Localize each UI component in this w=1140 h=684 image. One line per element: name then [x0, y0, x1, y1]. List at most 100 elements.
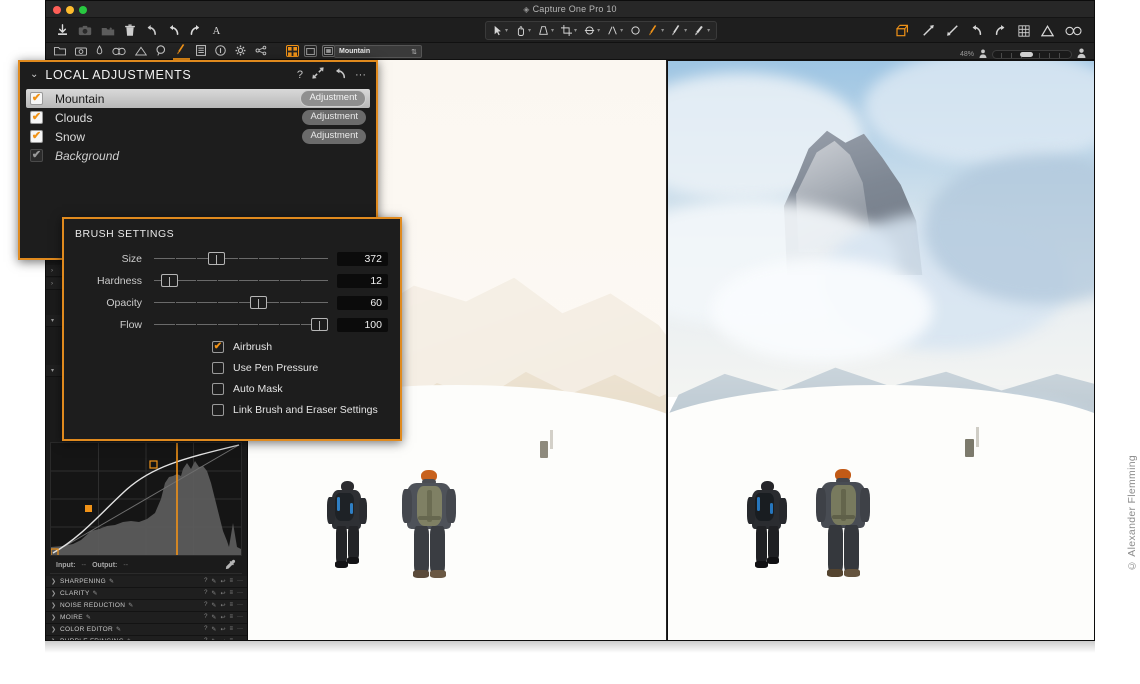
curve-graph[interactable] — [50, 442, 242, 556]
copy-apply-icon[interactable] — [896, 24, 911, 37]
auto-mask-checkbox[interactable] — [212, 383, 224, 395]
layer-row-background[interactable]: ✔ Background — [26, 146, 370, 165]
trash-icon[interactable] — [124, 24, 136, 37]
tool-row-noise-reduction[interactable]: ❯ NOISE REDUCTION ✎ ? ✎ ↩ ≡ ··· — [46, 600, 248, 612]
sidebar-item-library[interactable] — [54, 43, 66, 60]
new-album-icon[interactable] — [101, 25, 115, 37]
zoom-slider[interactable] — [992, 50, 1072, 59]
presets-icon[interactable]: ≡ — [229, 578, 233, 585]
reset-icon[interactable] — [333, 67, 346, 82]
exposure-warning-icon[interactable] — [1041, 25, 1054, 37]
pan-tool-icon[interactable]: ▾ — [511, 25, 534, 36]
presets-icon[interactable]: ≡ — [229, 590, 233, 597]
layer-visibility-checkbox[interactable]: ✔ — [30, 111, 43, 124]
reset-icon[interactable]: ↩ — [220, 590, 225, 597]
sidebar-item-composition[interactable] — [196, 43, 206, 60]
more-options-icon[interactable]: ··· — [237, 578, 243, 585]
checkbox-row-link-brush-eraser[interactable]: Link Brush and Eraser Settings — [64, 399, 400, 420]
layer-row-mountain[interactable]: ✔ Mountain Adjustment — [26, 89, 370, 108]
gradient-mask-icon[interactable]: ▾ — [690, 25, 713, 37]
tool-row-color-editor[interactable]: ❯ COLOR EDITOR ✎ ? ✎ ↩ ≡ ··· — [46, 624, 248, 636]
edit-icon[interactable]: ✎ — [211, 614, 216, 621]
flow-slider[interactable] — [154, 316, 328, 334]
eyedropper-icon[interactable] — [225, 559, 236, 572]
layer-row-clouds[interactable]: ✔ Clouds Adjustment — [26, 108, 370, 127]
apply-arrow-icon[interactable] — [946, 24, 959, 37]
size-slider-knob[interactable] — [208, 252, 225, 265]
spot-removal-icon[interactable] — [626, 25, 644, 36]
text-tool-icon[interactable]: A — [211, 24, 224, 37]
opacity-slider-knob[interactable] — [250, 296, 267, 309]
help-icon[interactable]: ? — [297, 69, 303, 81]
tool-row-clarity[interactable]: ❯ CLARITY ✎ ? ✎ ↩ ≡ ··· — [46, 588, 248, 600]
sidebar-item-capture[interactable] — [75, 43, 87, 60]
grid-overlay-icon[interactable] — [1018, 25, 1030, 37]
sidebar-item-lens[interactable] — [96, 43, 103, 60]
edit-icon[interactable]: ✎ — [211, 590, 216, 597]
layer-row-snow[interactable]: ✔ Snow Adjustment — [26, 127, 370, 146]
airbrush-checkbox[interactable]: ✔ — [212, 341, 224, 353]
help-icon[interactable]: ? — [204, 626, 207, 633]
sidebar-item-color[interactable] — [112, 43, 126, 60]
single-view-button[interactable] — [304, 45, 317, 57]
opacity-slider[interactable] — [154, 294, 328, 312]
grid-view-button[interactable] — [286, 45, 299, 57]
size-value-field[interactable]: 372 — [337, 252, 388, 266]
sidebar-item-details[interactable] — [156, 43, 167, 60]
after-image[interactable] — [667, 60, 1095, 641]
crop-tool-icon[interactable]: ▾ — [557, 25, 580, 36]
checkbox-row-auto-mask[interactable]: Auto Mask — [64, 378, 400, 399]
help-icon[interactable]: ? — [204, 578, 207, 585]
undo-icon[interactable] — [167, 24, 180, 37]
flow-value-field[interactable]: 100 — [337, 318, 388, 332]
pointer-tool-icon[interactable]: ▾ — [489, 25, 511, 36]
reset-icon[interactable]: ↩ — [220, 614, 225, 621]
sidebar-item-exposure[interactable] — [135, 43, 147, 60]
layer-badge[interactable]: Adjustment — [302, 110, 366, 125]
more-options-icon[interactable]: ··· — [237, 614, 243, 621]
keystone-tool-icon[interactable]: ▾ — [534, 25, 557, 36]
checkbox-row-use-pen-pressure[interactable]: Use Pen Pressure — [64, 357, 400, 378]
focus-mask-icon[interactable] — [1065, 26, 1082, 36]
expand-icon[interactable] — [312, 67, 324, 82]
rotate-left-icon[interactable] — [145, 24, 158, 37]
presets-icon[interactable]: ≡ — [229, 614, 233, 621]
sidebar-item-output[interactable] — [255, 43, 267, 60]
more-options-icon[interactable]: ··· — [237, 602, 243, 609]
flow-slider-knob[interactable] — [311, 318, 328, 331]
reset-icon[interactable]: ↩ — [220, 578, 225, 585]
checkbox-row-airbrush[interactable]: ✔ Airbrush — [64, 336, 400, 357]
presets-icon[interactable]: ≡ — [229, 626, 233, 633]
edit-icon[interactable]: ✎ — [211, 578, 216, 585]
sidebar-item-adjustments[interactable] — [235, 43, 246, 60]
reset-cw-icon[interactable] — [994, 24, 1007, 37]
more-options-icon[interactable]: ··· — [237, 590, 243, 597]
camera-icon[interactable] — [78, 24, 92, 37]
presets-icon[interactable]: ≡ — [229, 602, 233, 609]
size-slider[interactable] — [154, 250, 328, 268]
edit-icon[interactable]: ✎ — [211, 626, 216, 633]
reset-icon[interactable]: ↩ — [220, 626, 225, 633]
more-options-icon[interactable]: ··· — [355, 69, 366, 81]
help-icon[interactable]: ? — [204, 602, 207, 609]
zoom-slider-knob[interactable] — [1020, 52, 1033, 57]
hardness-slider-knob[interactable] — [161, 274, 178, 287]
layer-badge[interactable]: Adjustment — [300, 90, 366, 107]
sidebar-item-local-adjustments[interactable] — [176, 43, 187, 60]
draw-mask-icon[interactable]: ▾ — [644, 25, 667, 37]
use-pen-pressure-checkbox[interactable] — [212, 362, 224, 374]
tool-row-sharpening[interactable]: ❯ SHARPENING ✎ ? ✎ ↩ ≡ ··· — [46, 576, 248, 588]
chevron-down-icon[interactable]: ⌄ — [30, 69, 38, 80]
link-brush-eraser-checkbox[interactable] — [212, 404, 224, 416]
sidebar-item-metadata[interactable] — [215, 43, 226, 60]
hardness-value-field[interactable]: 12 — [337, 274, 388, 288]
help-icon[interactable]: ? — [204, 590, 207, 597]
erase-mask-icon[interactable]: ▾ — [667, 25, 690, 37]
more-options-icon[interactable]: ··· — [237, 626, 243, 633]
tool-row-moire[interactable]: ❯ MOIRE ✎ ? ✎ ↩ ≡ ··· — [46, 612, 248, 624]
redo-icon[interactable] — [189, 24, 202, 37]
layer-badge[interactable]: Adjustment — [302, 129, 366, 144]
collection-dropdown[interactable]: Mountain ⇅ — [334, 45, 422, 58]
angle-tool-icon[interactable]: ▾ — [603, 25, 626, 36]
help-icon[interactable]: ? — [204, 614, 207, 621]
